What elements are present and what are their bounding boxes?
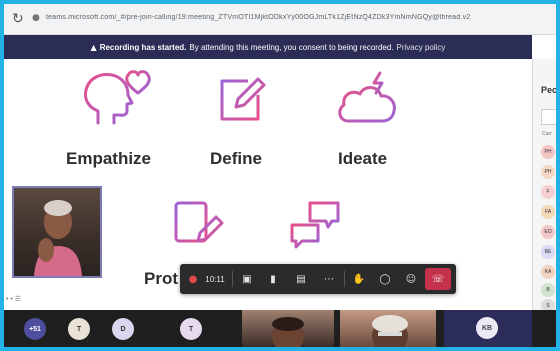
caption-ideate: Ideate [338, 149, 388, 168]
record-dot-icon: ● [188, 273, 198, 285]
meeting-toolbar: ● 10:11 ▣ ▮ ▤ ⋯ ✋ ◯ ☺ ☏ [180, 264, 456, 294]
raise-hand-icon[interactable]: ✋ [350, 271, 368, 287]
ideate-icon [338, 71, 396, 123]
camera-icon[interactable]: ▣ [238, 271, 256, 287]
participant-avatar[interactable]: B [541, 283, 555, 297]
participant-avatar[interactable]: T [180, 318, 202, 340]
self-video-tile[interactable] [12, 186, 102, 278]
participant-tile-kb[interactable]: KB [444, 310, 532, 347]
participant-avatar[interactable]: T [68, 318, 90, 340]
privacy-policy-link[interactable]: Privacy policy [397, 43, 446, 52]
chat-icon[interactable]: ◯ [376, 271, 394, 287]
warning-icon: ▲ [90, 42, 97, 52]
participant-avatar[interactable]: F [541, 185, 555, 199]
test-icon [290, 201, 340, 249]
participant-avatar[interactable]: FA [541, 205, 555, 219]
participant-strip: +51 T D T KB [4, 310, 556, 347]
mic-icon[interactable]: ▮ [264, 271, 282, 287]
hang-up-icon[interactable]: ☏ [425, 268, 451, 290]
banner-bold-text: Recording has started. [99, 42, 187, 52]
caption-prototype: Prot [144, 269, 178, 288]
call-timer: 10:11 [205, 274, 225, 284]
participant-avatar[interactable]: KA [541, 265, 555, 279]
more-icon[interactable]: ⋯ [320, 271, 338, 287]
participant-video[interactable] [340, 310, 436, 347]
participant-avatar[interactable]: PH [541, 165, 555, 179]
screen-frame: ↻ ● teams.microsoft.com/_#/pre-join-call… [4, 4, 556, 347]
participant-video [34, 200, 82, 276]
participant-avatar: KB [476, 317, 498, 339]
people-panel: Peo Curr PH PH F FA EO BE KA B S [532, 59, 556, 313]
define-icon [220, 77, 266, 121]
shared-slide: Empathize Define Ideate Prot ● 10:11 ▣ ▮… [4, 59, 532, 310]
banner-text: By attending this meeting, you consent t… [189, 42, 394, 52]
participant-avatar[interactable]: BE [541, 245, 555, 259]
participant-video[interactable] [242, 310, 334, 347]
people-section-label: Curr [542, 131, 552, 137]
browser-address-bar[interactable]: ↻ ● teams.microsoft.com/_#/pre-join-call… [4, 4, 556, 35]
participant-avatar[interactable]: D [112, 318, 134, 340]
recording-banner: ▲ Recording has started. By attending th… [4, 35, 532, 59]
empathize-icon [84, 70, 151, 125]
people-icon[interactable]: ☺ [402, 271, 420, 287]
overflow-count-badge[interactable]: +51 [24, 318, 46, 340]
caption-define: Define [210, 149, 262, 168]
people-panel-title: Peo [541, 85, 556, 95]
participant-avatar[interactable]: EO [541, 225, 555, 239]
prototype-icon [174, 201, 224, 243]
participant-avatar[interactable]: PH [541, 145, 555, 159]
lock-icon: ● [32, 13, 40, 23]
share-screen-icon[interactable]: ▤ [292, 271, 310, 287]
reload-icon[interactable]: ↻ [12, 11, 24, 27]
url-text[interactable]: teams.microsoft.com/_#/pre-join-calling/… [46, 14, 476, 21]
people-search-input[interactable] [541, 109, 556, 125]
stage-footer: • • ☰ [6, 296, 22, 303]
caption-empathize: Empathize [66, 149, 152, 168]
